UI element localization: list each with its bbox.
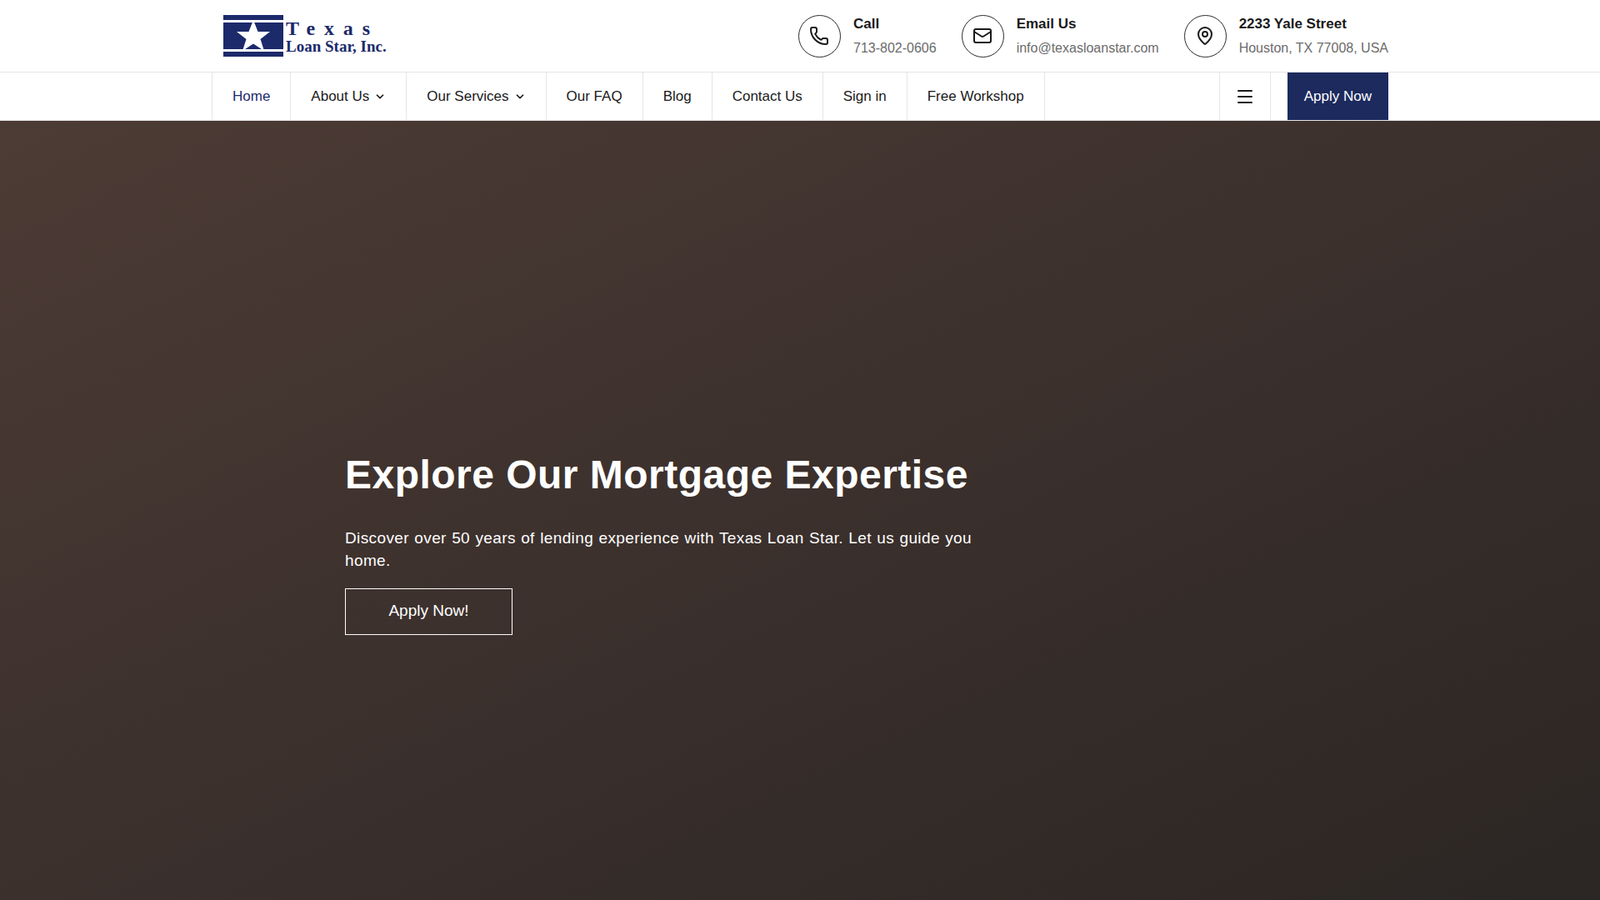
contact-label: Email Us <box>1016 13 1160 35</box>
nav-item[interactable]: Blog <box>642 72 712 120</box>
hero-title: Explore Our Mortgage Expertise <box>345 445 1600 505</box>
contact-item[interactable]: Email Us info@texasloanstar.com <box>961 13 1160 59</box>
hero-text: Discover over 50 years of lending experi… <box>345 526 972 572</box>
mail-icon <box>972 25 993 46</box>
nav-item[interactable]: About Us <box>290 72 406 120</box>
star-logo-icon <box>223 15 284 57</box>
map-pin-icon <box>1195 25 1215 46</box>
contact-item[interactable]: 2233 Yale Street Houston, TX 77008, USA <box>1184 13 1389 59</box>
chevron-down-icon <box>514 90 526 103</box>
contact-item[interactable]: Call 713-802-0606 <box>798 13 937 59</box>
nav-item[interactable]: Home <box>211 72 290 120</box>
nav-item[interactable]: Our Services <box>405 72 545 120</box>
contact-icon-circle <box>1184 15 1227 58</box>
apply-now-button[interactable]: Apply Now <box>1287 72 1389 120</box>
page: TexasLoan Star, Inc. Call 713-802-0606 Emai… <box>0 0 1600 900</box>
hero-apply-button[interactable]: Apply Now! <box>345 588 513 635</box>
contact-icon-circle <box>798 15 841 58</box>
contact-value: info@texasloanstar.com <box>1016 38 1160 59</box>
logo-line2: Loan Star, Inc. <box>285 38 387 55</box>
contact-value: 713-802-0606 <box>853 38 937 59</box>
logo-line1: Texas <box>285 18 387 39</box>
contact-value: Houston, TX 77008, USA <box>1239 38 1389 59</box>
menu-button[interactable] <box>1219 72 1271 120</box>
nav-item[interactable]: Contact Us <box>711 72 823 120</box>
nav-item[interactable]: Free Workshop <box>906 72 1045 120</box>
hamburger-icon <box>1235 86 1255 107</box>
nav-item[interactable]: Sign in <box>822 72 907 120</box>
nav-item[interactable]: Our FAQ <box>545 72 643 120</box>
hero: Explore Our Mortgage Expertise Discover o… <box>0 120 1600 900</box>
chevron-down-icon <box>374 90 386 103</box>
contact-label: Call <box>853 13 937 35</box>
phone-icon <box>809 25 830 46</box>
contact-icon-circle <box>961 15 1005 58</box>
main-nav: HomeAbout UsOur ServicesOur FAQBlogConta… <box>0 72 1600 121</box>
contact-label: 2233 Yale Street <box>1239 13 1389 35</box>
logo[interactable]: TexasLoan Star, Inc. <box>223 15 387 57</box>
contact-list: Call 713-802-0606 Email Us info@texasloanst… <box>798 13 1389 59</box>
top-bar: TexasLoan Star, Inc. Call 713-802-0606 Emai… <box>0 0 1600 73</box>
